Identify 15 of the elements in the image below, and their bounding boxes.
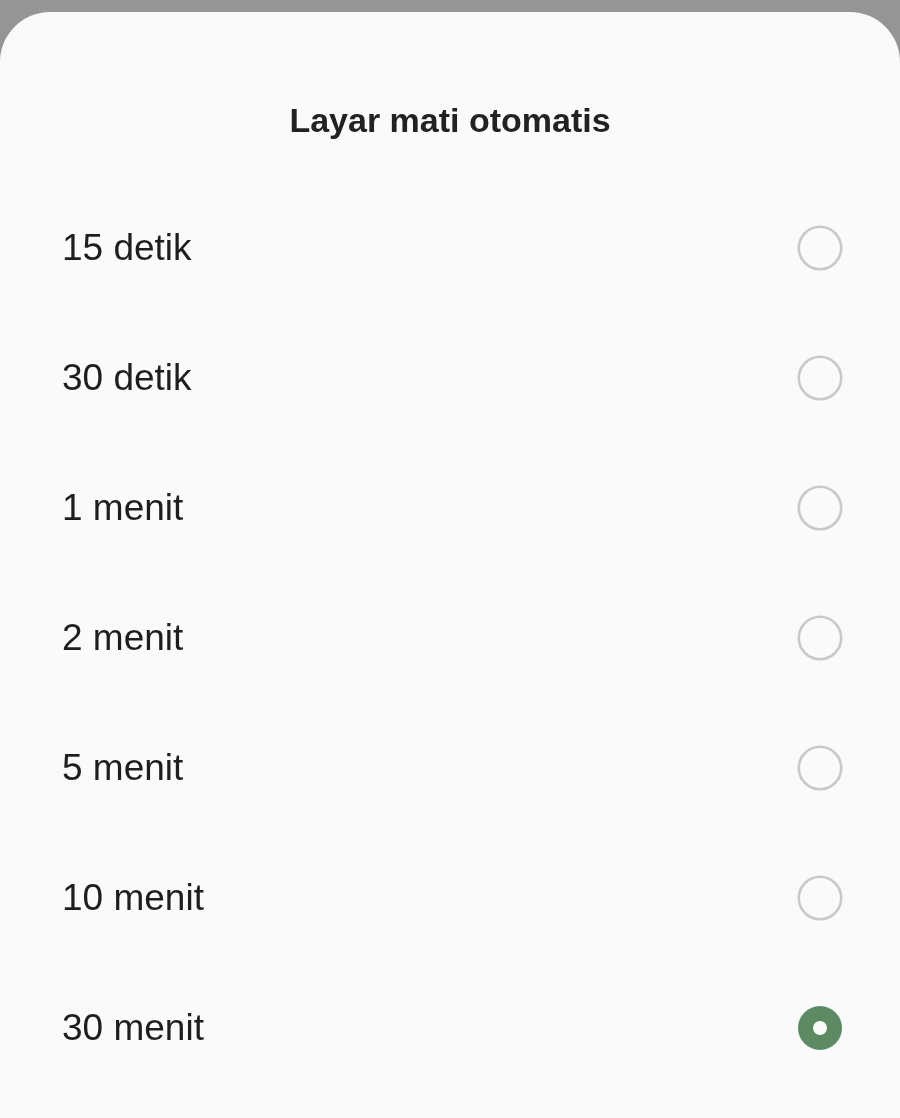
radio-button[interactable]	[797, 355, 843, 401]
option-label[interactable]: 15 detik	[62, 226, 192, 270]
radio-button[interactable]	[797, 615, 843, 661]
radio-button[interactable]	[797, 745, 843, 791]
option-label[interactable]: 30 menit	[62, 1006, 204, 1050]
option-label[interactable]: 5 menit	[62, 746, 184, 790]
radio-button[interactable]	[797, 1005, 843, 1051]
radio-button[interactable]	[797, 225, 843, 271]
option-label[interactable]: 1 menit	[62, 486, 184, 530]
dialog-title: Layar mati otomatis	[289, 100, 611, 140]
radio-button[interactable]	[797, 875, 843, 921]
radio-button[interactable]	[797, 485, 843, 531]
option-label[interactable]: 10 menit	[62, 876, 204, 920]
option-label[interactable]: 30 detik	[62, 356, 192, 400]
option-label[interactable]: 2 menit	[62, 616, 184, 660]
